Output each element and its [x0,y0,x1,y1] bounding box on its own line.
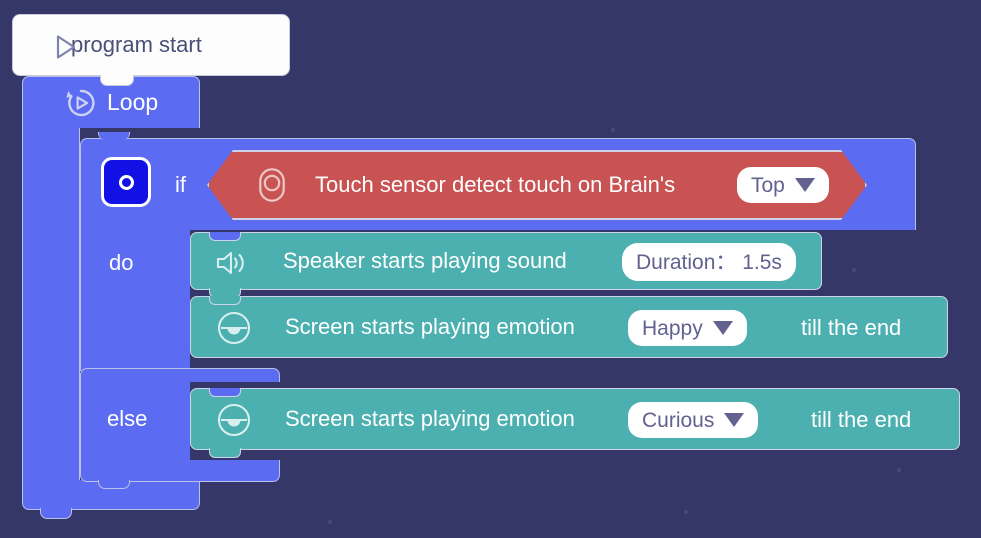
loop-block-label: Loop [107,89,159,115]
curious-block-trailing-text: till the end [811,407,912,432]
block-top-notch [209,296,241,305]
start-block-bottom-notch [100,75,134,86]
block-canvas[interactable]: Loop program start if do else Touch sens… [0,0,981,538]
if-block-do-spine[interactable] [80,229,190,371]
emotion-dropdown-curious[interactable]: Curious [628,402,759,438]
loop-bottom-notch [40,508,72,519]
program-start-block[interactable]: program start [12,14,290,76]
speaker-duration-value: Duration： 1.5s [636,250,782,274]
speaker-block-text: Speaker starts playing sound [283,248,567,273]
canvas-dot [684,510,688,514]
caret-down-icon [794,178,815,192]
touch-sensor-icon [259,168,285,202]
loop-refresh-icon [66,89,95,117]
canvas-dot [328,520,332,524]
emotion-dropdown-curious-value: Curious [642,408,715,432]
happy-block-text: Screen starts playing emotion [285,314,575,339]
speaker-icon [216,251,244,275]
program-start-label: program start [71,32,202,57]
if-block-top-notch [98,132,130,140]
screen-emotion-curious-block[interactable]: Screen starts playing emotion Curious ti… [190,388,960,458]
block-top-notch [209,388,241,397]
speaker-duration-field[interactable]: Duration： 1.5s [622,243,796,281]
radio-on-icon [118,174,134,190]
emotion-dropdown-happy-value: Happy [642,316,703,340]
touch-sensor-condition-block[interactable]: Touch sensor detect touch on Brain's Top [207,150,867,220]
canvas-dot [897,468,901,472]
condition-text: Touch sensor detect touch on Brain's [315,172,676,197]
if-keyword-label: if [175,172,186,197]
canvas-dot [852,268,856,272]
block-bottom-notch [209,448,241,458]
brain-face-dropdown-value: Top [751,173,785,197]
emotion-face-icon [217,311,251,345]
do-keyword-label: do [109,250,134,275]
brain-face-dropdown[interactable]: Top [737,167,829,203]
canvas-dot [611,128,615,132]
else-keyword-label: else [107,406,148,431]
curious-block-text: Screen starts playing emotion [285,406,575,431]
speaker-play-sound-block[interactable]: Speaker starts playing sound Duration： 1… [190,232,822,298]
emotion-face-icon [217,403,251,437]
block-top-notch [209,232,241,241]
happy-block-trailing-text: till the end [801,315,902,340]
if-condition-toggle[interactable] [101,157,151,207]
screen-emotion-happy-block[interactable]: Screen starts playing emotion Happy till… [190,296,948,358]
caret-down-icon [712,321,733,335]
if-block-footer[interactable] [80,460,280,482]
if-block-bottom-notch [98,480,130,489]
emotion-dropdown-happy[interactable]: Happy [628,310,747,346]
loop-block-body[interactable] [22,126,80,482]
caret-down-icon [724,413,745,427]
play-outline-icon [56,35,76,59]
